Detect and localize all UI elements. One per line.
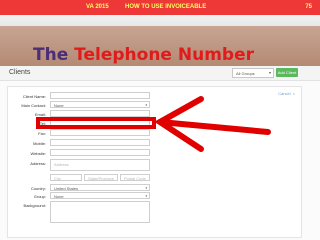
- banner-page-number: 75: [305, 4, 312, 10]
- slide-title-word-2: Telephone Number: [74, 45, 255, 65]
- red-arrow-icon: [154, 96, 271, 152]
- slide-banner: VA 2015 HOW TO USE INVOICEABLE 75: [0, 0, 320, 26]
- banner-subbar: [0, 15, 320, 26]
- banner-title: HOW TO USE INVOICEABLE: [125, 4, 207, 10]
- slide-title-word-1: The: [33, 45, 69, 65]
- app-screenshot: Clients All Groups ▾ Add Client Cancel × …: [0, 66, 320, 240]
- banner-course: VA 2015: [86, 4, 109, 10]
- slide-title: The Telephone Number: [33, 45, 254, 65]
- banner-bar: VA 2015 HOW TO USE INVOICEABLE 75: [0, 0, 320, 15]
